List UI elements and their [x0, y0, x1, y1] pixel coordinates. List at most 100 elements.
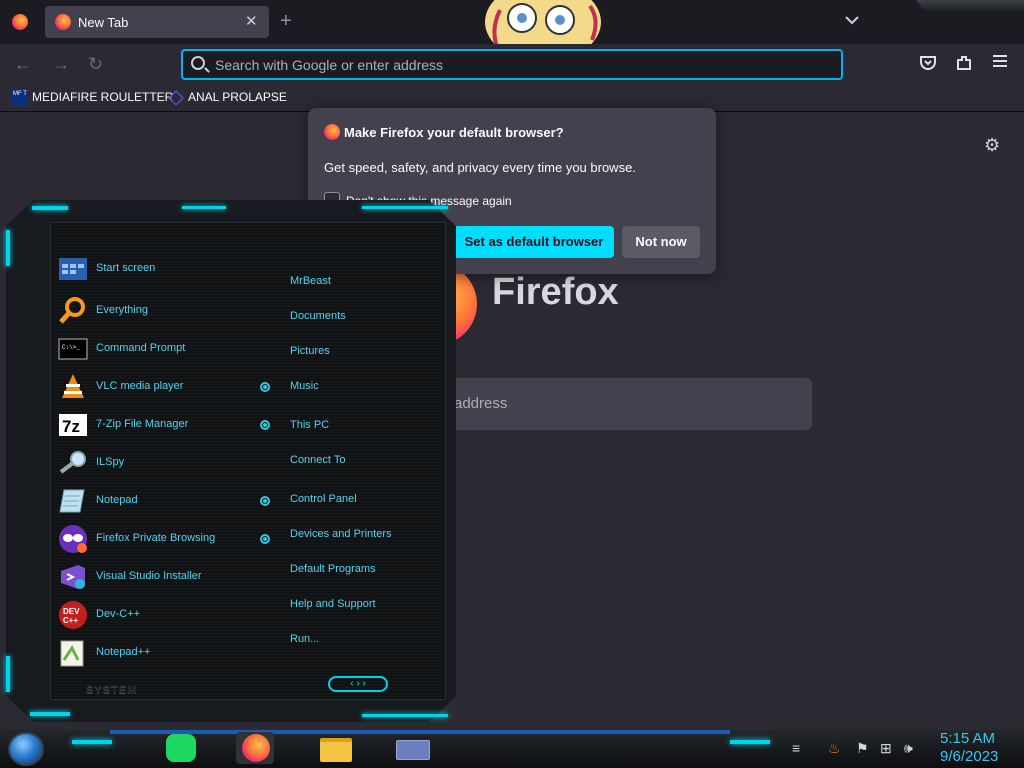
java-icon[interactable]: ♨ [828, 740, 841, 757]
file-explorer-icon[interactable] [318, 732, 356, 764]
program-label: Notepad++ [96, 646, 151, 658]
firefox-wordmark: Firefox [492, 271, 619, 313]
show-hidden-icon[interactable]: ≡ [792, 740, 800, 756]
notepadpp-icon [60, 640, 84, 667]
7zip-icon: 7z [59, 414, 87, 436]
glow-accent [72, 740, 112, 744]
firefox-tab-icon [55, 14, 71, 30]
network-icon[interactable]: ⊞ [880, 740, 892, 757]
program-label: Dev-C++ [96, 608, 141, 620]
app-icon[interactable] [394, 732, 432, 764]
bookmark-label: ANAL PROLAPSE [188, 90, 287, 105]
newtab-search-box[interactable]: address [430, 378, 812, 430]
place-this-pc[interactable]: This PC [290, 419, 329, 431]
volume-icon[interactable]: 🕪 [904, 740, 913, 757]
app-menu-icon[interactable] [990, 54, 1010, 74]
program-label: Visual Studio Installer [96, 570, 202, 582]
spotify-icon[interactable] [162, 732, 200, 764]
firefox-private-icon [59, 525, 87, 553]
place-music[interactable]: Music [290, 380, 319, 392]
program-label: ILSpy [96, 456, 125, 468]
start-screen-icon [59, 258, 87, 280]
tab-title: New Tab [78, 15, 129, 30]
clock-time[interactable]: 5:15 AM [940, 730, 995, 747]
firefox-menu-icon[interactable] [12, 14, 28, 30]
everything-search-icon [59, 297, 85, 324]
bookmark-generic-icon [168, 90, 184, 106]
start-menu: Start screen Everything C:\>_ Command Pr… [6, 200, 456, 722]
taskbar: ≡ ♨ ⚑ ⊞ 🕪 5:15 AM 9/6/2023 [0, 730, 1024, 768]
bookmark-mediafire[interactable]: MF T MEDIAFIRE ROULETTER [12, 90, 173, 106]
expand-devices-icon[interactable] [260, 534, 270, 544]
url-bar[interactable] [181, 49, 843, 80]
search-icon [191, 56, 205, 70]
pocket-icon[interactable] [918, 54, 938, 74]
menu-nav-arrows[interactable]: ‹ › › [328, 676, 388, 692]
svg-text:C:\>_: C:\>_ [62, 344, 80, 351]
program-label: VLC media player [96, 380, 184, 392]
system-label: SYSTEM [86, 684, 138, 696]
program-label: Everything [96, 304, 148, 316]
glow-accent [730, 740, 770, 744]
svg-text:C++: C++ [63, 616, 78, 625]
new-tab-button[interactable]: + [280, 10, 292, 33]
cmd-icon: C:\>_ [58, 338, 88, 360]
back-arrow-icon[interactable]: ← [14, 54, 32, 75]
glow-accent [182, 206, 226, 209]
program-label: Firefox Private Browsing [96, 532, 216, 544]
program-label: Command Prompt [96, 342, 186, 354]
program-label: Start screen [96, 262, 156, 274]
mediafire-icon: MF T [12, 90, 28, 106]
place-connect-to[interactable]: Connect To [290, 454, 345, 466]
bookmark-label: MEDIAFIRE ROULETTER [32, 90, 174, 105]
extensions-icon[interactable] [954, 54, 974, 74]
clock-date[interactable]: 9/6/2023 [940, 748, 998, 765]
place-default-programs[interactable]: Default Programs [290, 563, 376, 575]
devcpp-icon: DEVC++ [59, 601, 87, 629]
glow-accent [32, 206, 68, 210]
ilspy-icon [59, 451, 86, 474]
bookmark-second[interactable]: ANAL PROLAPSE [168, 90, 287, 106]
glow-accent [6, 230, 10, 266]
vlc-icon [62, 374, 84, 398]
svg-text:7z: 7z [62, 417, 80, 436]
address-input[interactable] [215, 55, 815, 75]
close-tab-icon[interactable]: ✕ [245, 12, 258, 30]
glow-accent [30, 712, 70, 716]
place-pictures[interactable]: Pictures [290, 345, 330, 357]
firefox-icon[interactable] [236, 732, 274, 764]
expand-music-icon[interactable] [260, 382, 270, 392]
expand-control-panel-icon[interactable] [260, 496, 270, 506]
place-devices-printers[interactable]: Devices and Printers [290, 528, 392, 540]
prompt-body: Get speed, safety, and privacy every tim… [324, 160, 636, 175]
place-control-panel[interactable]: Control Panel [290, 493, 357, 505]
place-documents[interactable]: Documents [290, 310, 346, 322]
start-orb-button[interactable] [8, 732, 44, 766]
program-label: 7-Zip File Manager [96, 418, 189, 430]
notepad-icon [59, 489, 85, 513]
vs-installer-icon [61, 565, 85, 589]
flag-icon[interactable]: ⚑ [856, 740, 869, 757]
place-mrbeast[interactable]: MrBeast [290, 275, 331, 287]
firefox-icon [324, 124, 340, 140]
theme-decoration [916, 0, 1024, 14]
list-all-tabs-icon[interactable] [845, 12, 859, 28]
set-default-browser-button[interactable]: Set as default browser [454, 226, 614, 258]
program-label: Notepad [96, 494, 138, 506]
glow-accent [362, 206, 448, 209]
expand-this-pc-icon[interactable] [260, 420, 270, 430]
glow-accent [362, 714, 448, 717]
glow-accent [6, 656, 10, 692]
place-help-support[interactable]: Help and Support [290, 598, 376, 610]
reload-icon[interactable]: ↻ [88, 54, 103, 75]
gear-icon[interactable]: ⚙ [984, 135, 1000, 156]
not-now-button[interactable]: Not now [622, 226, 700, 258]
forward-arrow-icon[interactable]: → [52, 54, 70, 75]
tab-new-tab[interactable]: New Tab ✕ [45, 6, 269, 38]
tab-bar: New Tab ✕ + [0, 0, 1024, 60]
newtab-search-placeholder: address [454, 395, 508, 412]
place-run[interactable]: Run... [290, 633, 319, 645]
prompt-title: Make Firefox your default browser? [344, 125, 564, 140]
navigation-toolbar: ← → ↻ [0, 44, 1024, 86]
svg-text:DEV: DEV [63, 607, 80, 616]
